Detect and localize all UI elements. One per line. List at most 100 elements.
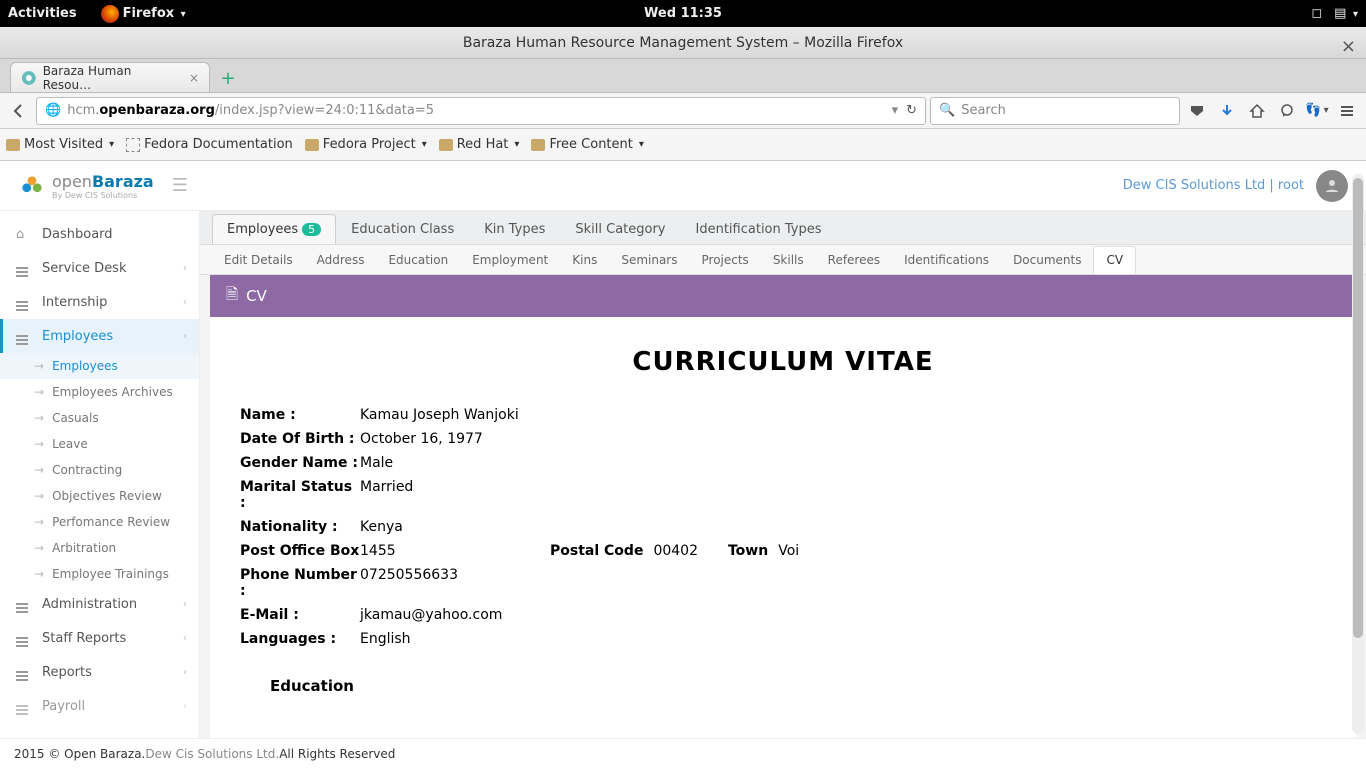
arrow-icon: → [34,437,44,451]
clock[interactable]: Wed 11:35 [644,6,722,21]
sidebar-item-staff-reports[interactable]: Staff Reports‹ [0,621,199,655]
bookmark-redhat[interactable]: Red Hat▾ [439,137,520,152]
home-button[interactable] [1244,98,1270,124]
cv-section-education: Education [270,677,1326,695]
bookmark-most-visited[interactable]: Most Visited▾ [6,137,114,152]
list-icon [16,267,32,269]
bookmark-fedora-doc[interactable]: Fedora Documentation [126,137,293,152]
sidebar-item-payroll[interactable]: Payroll‹ [0,689,199,723]
subtab-documents[interactable]: Documents [1001,246,1093,274]
sidebar-item-administration[interactable]: Administration‹ [0,587,199,621]
cv-label-postal-code: Postal Code [550,543,643,559]
cv-value-postal-code: 00402 [653,543,698,559]
list-icon [16,335,32,337]
cv-value-marital: Married [360,479,520,511]
sidebar-sub-contracting[interactable]: →Contracting [0,457,199,483]
cv-value-nationality: Kenya [360,519,520,535]
activities-button[interactable]: Activities [8,6,77,21]
footer: 2015 © Open Baraza. Dew Cis Solutions Lt… [0,738,1366,768]
cv-value-pobox: 1455 [360,543,520,559]
chevron-left-icon: ‹ [183,667,187,678]
user-label[interactable]: Dew CIS Solutions Ltd | root [1123,178,1304,193]
tab-education-class[interactable]: Education Class [336,214,469,244]
back-button[interactable] [6,98,32,124]
subtab-education[interactable]: Education [376,246,460,274]
tab-title: Baraza Human Resou… [43,64,181,92]
tab-skill-category[interactable]: Skill Category [560,214,680,244]
subtab-projects[interactable]: Projects [690,246,761,274]
cv-value-town: Voi [778,543,799,559]
sidebar-sub-performance[interactable]: →Perfomance Review [0,509,199,535]
sub-tab-bar: Edit Details Address Education Employmen… [200,245,1366,275]
main-content: Employees5 Education Class Kin Types Ski… [200,211,1366,738]
pocket-button[interactable] [1184,98,1210,124]
sidebar-sub-trainings[interactable]: →Employee Trainings [0,561,199,587]
sidebar-item-dashboard[interactable]: ⌂Dashboard [0,217,199,251]
tab-kin-types[interactable]: Kin Types [469,214,560,244]
cv-label-phone: Phone Number : [240,567,360,599]
url-bar[interactable]: 🌐 hcm.openbaraza.org/index.jsp?view=24:0… [36,97,926,125]
search-bar[interactable]: 🔍 Search [930,97,1180,125]
downloads-button[interactable] [1214,98,1240,124]
app-menu[interactable]: Firefox ▾ [123,6,186,21]
chevron-left-icon: ‹ [183,263,187,274]
tab-employees[interactable]: Employees5 [212,214,336,244]
new-tab-button[interactable]: + [216,68,240,92]
cv-label-pobox: Post Office Box [240,543,360,559]
subtab-kins[interactable]: Kins [560,246,609,274]
document-icon: 🗎 [226,284,238,309]
logo[interactable]: openBaraza By Dew CIS Solutions [18,172,154,200]
folder-icon [531,139,545,151]
cv-value-phone: 07250556633 [360,567,520,599]
sidebar-item-internship[interactable]: Internship‹ [0,285,199,319]
subtab-cv[interactable]: CV [1093,246,1136,274]
search-icon: 🔍 [939,103,955,118]
bookmark-fedora-project[interactable]: Fedora Project▾ [305,137,427,152]
browser-tab[interactable]: Baraza Human Resou… × [10,62,210,92]
cv-label-marital: Marital Status : [240,479,360,511]
scrollbar-thumb[interactable] [1353,178,1363,638]
chevron-left-icon: ‹ [183,701,187,712]
dropdown-icon[interactable]: ▾ [892,103,899,118]
sidebar-sub-employees[interactable]: →Employees [0,353,199,379]
arrow-icon: → [34,489,44,503]
sidebar-sub-arbitration[interactable]: →Arbitration [0,535,199,561]
footer-year: 2015 © Open Baraza. [14,747,145,761]
window-close-button[interactable]: × [1341,31,1356,63]
sidebar-sub-objectives[interactable]: →Objectives Review [0,483,199,509]
reload-button[interactable]: ↻ [906,103,917,118]
chat-button[interactable] [1274,98,1300,124]
sidebar-item-reports[interactable]: Reports‹ [0,655,199,689]
sidebar-toggle[interactable]: ☰ [172,175,188,196]
home-icon: ⌂ [16,227,32,242]
arrow-icon: → [34,463,44,477]
sidebar-sub-archives[interactable]: →Employees Archives [0,379,199,405]
subtab-skills[interactable]: Skills [761,246,816,274]
addons-button[interactable]: 👣▾ [1304,98,1330,124]
sidebar-sub-casuals[interactable]: →Casuals [0,405,199,431]
sidebar-item-employees[interactable]: Employees‹ [0,319,199,353]
subtab-address[interactable]: Address [305,246,377,274]
menu-button[interactable] [1334,98,1360,124]
tray-icon[interactable]: ◻ [1311,6,1322,21]
arrow-icon: → [34,411,44,425]
tab-close-button[interactable]: × [189,71,199,85]
system-menu[interactable]: ▤ ▾ [1334,6,1358,21]
vertical-scrollbar[interactable] [1352,174,1364,734]
sidebar-item-service-desk[interactable]: Service Desk‹ [0,251,199,285]
browser-nav-bar: 🌐 hcm.openbaraza.org/index.jsp?view=24:0… [0,93,1366,129]
arrow-icon: → [34,541,44,555]
cv-value-email: jkamau@yahoo.com [360,607,520,623]
avatar[interactable] [1316,170,1348,202]
subtab-seminars[interactable]: Seminars [609,246,689,274]
favicon-icon [21,70,37,86]
bookmark-free-content[interactable]: Free Content▾ [531,137,643,152]
sidebar-sub-leave[interactable]: →Leave [0,431,199,457]
subtab-employment[interactable]: Employment [460,246,560,274]
subtab-referees[interactable]: Referees [816,246,892,274]
window-title: Baraza Human Resource Management System … [463,35,903,51]
tab-identification-types[interactable]: Identification Types [681,214,837,244]
subtab-edit-details[interactable]: Edit Details [212,246,305,274]
subtab-identifications[interactable]: Identifications [892,246,1001,274]
cv-heading: CURRICULUM VITAE [240,347,1326,377]
